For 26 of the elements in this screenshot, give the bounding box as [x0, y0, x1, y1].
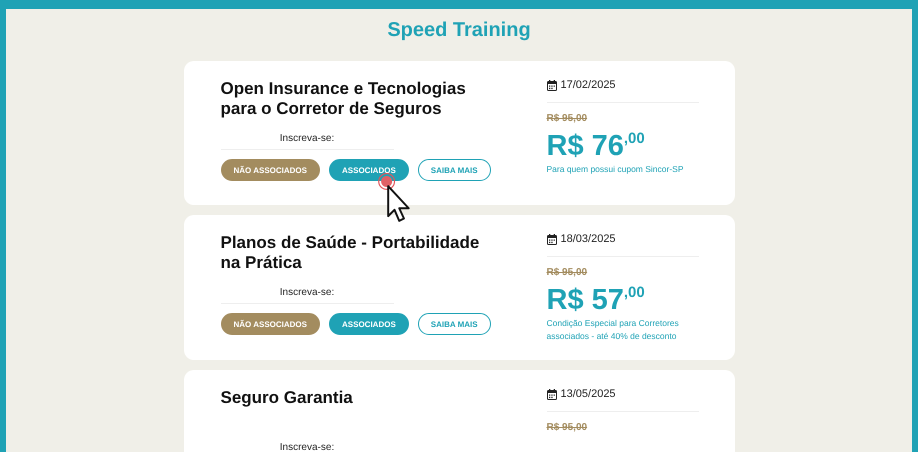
- course-title: Open Insurance e Tecnologias para o Corretor de Seguros: [220, 79, 467, 119]
- signup-label: Inscreva-se:: [220, 133, 394, 150]
- old-price: R$ 95,00: [546, 113, 588, 124]
- price-note: Condição Especial para Corretores associados - até 40% de desconto: [546, 317, 680, 343]
- price: R$ 76$^{,00}$: [546, 129, 646, 161]
- course-date: 13/05/2025: [560, 388, 616, 400]
- course-title: Planos de Saúde - Portabilidade na Prática: [220, 233, 480, 273]
- signup-button[interactable]: NÃO ASSOCIADOS: [220, 313, 320, 335]
- signup-button[interactable]: ASSOCIADOS: [329, 159, 409, 181]
- old-price: R$ 95,00: [546, 267, 588, 278]
- course-title: Seguro Garantia: [220, 388, 354, 409]
- signup-label: Inscreva-se:: [220, 287, 394, 304]
- signup-button[interactable]: ASSOCIADOS: [329, 313, 409, 335]
- calendar-icon: [546, 80, 556, 90]
- price-note: Para quem possui cupom Sincor-SP: [546, 163, 685, 176]
- calendar-icon: [546, 388, 556, 400]
- course-date: 18/03/2025: [560, 233, 616, 245]
- calendar-icon: [546, 234, 556, 244]
- signup-label: Inscreva-se:: [220, 442, 394, 452]
- more-button[interactable]: SAIBA MAIS: [418, 313, 491, 335]
- signup-button[interactable]: NÃO ASSOCIADOS: [220, 159, 320, 181]
- more-button[interactable]: SAIBA MAIS: [418, 159, 491, 181]
- old-price: R$ 95,00: [546, 422, 588, 433]
- page-title: Speed Training: [386, 19, 532, 42]
- course-date: 17/02/2025: [560, 79, 616, 91]
- price: R$ 57$^{,00}$: [546, 283, 646, 315]
